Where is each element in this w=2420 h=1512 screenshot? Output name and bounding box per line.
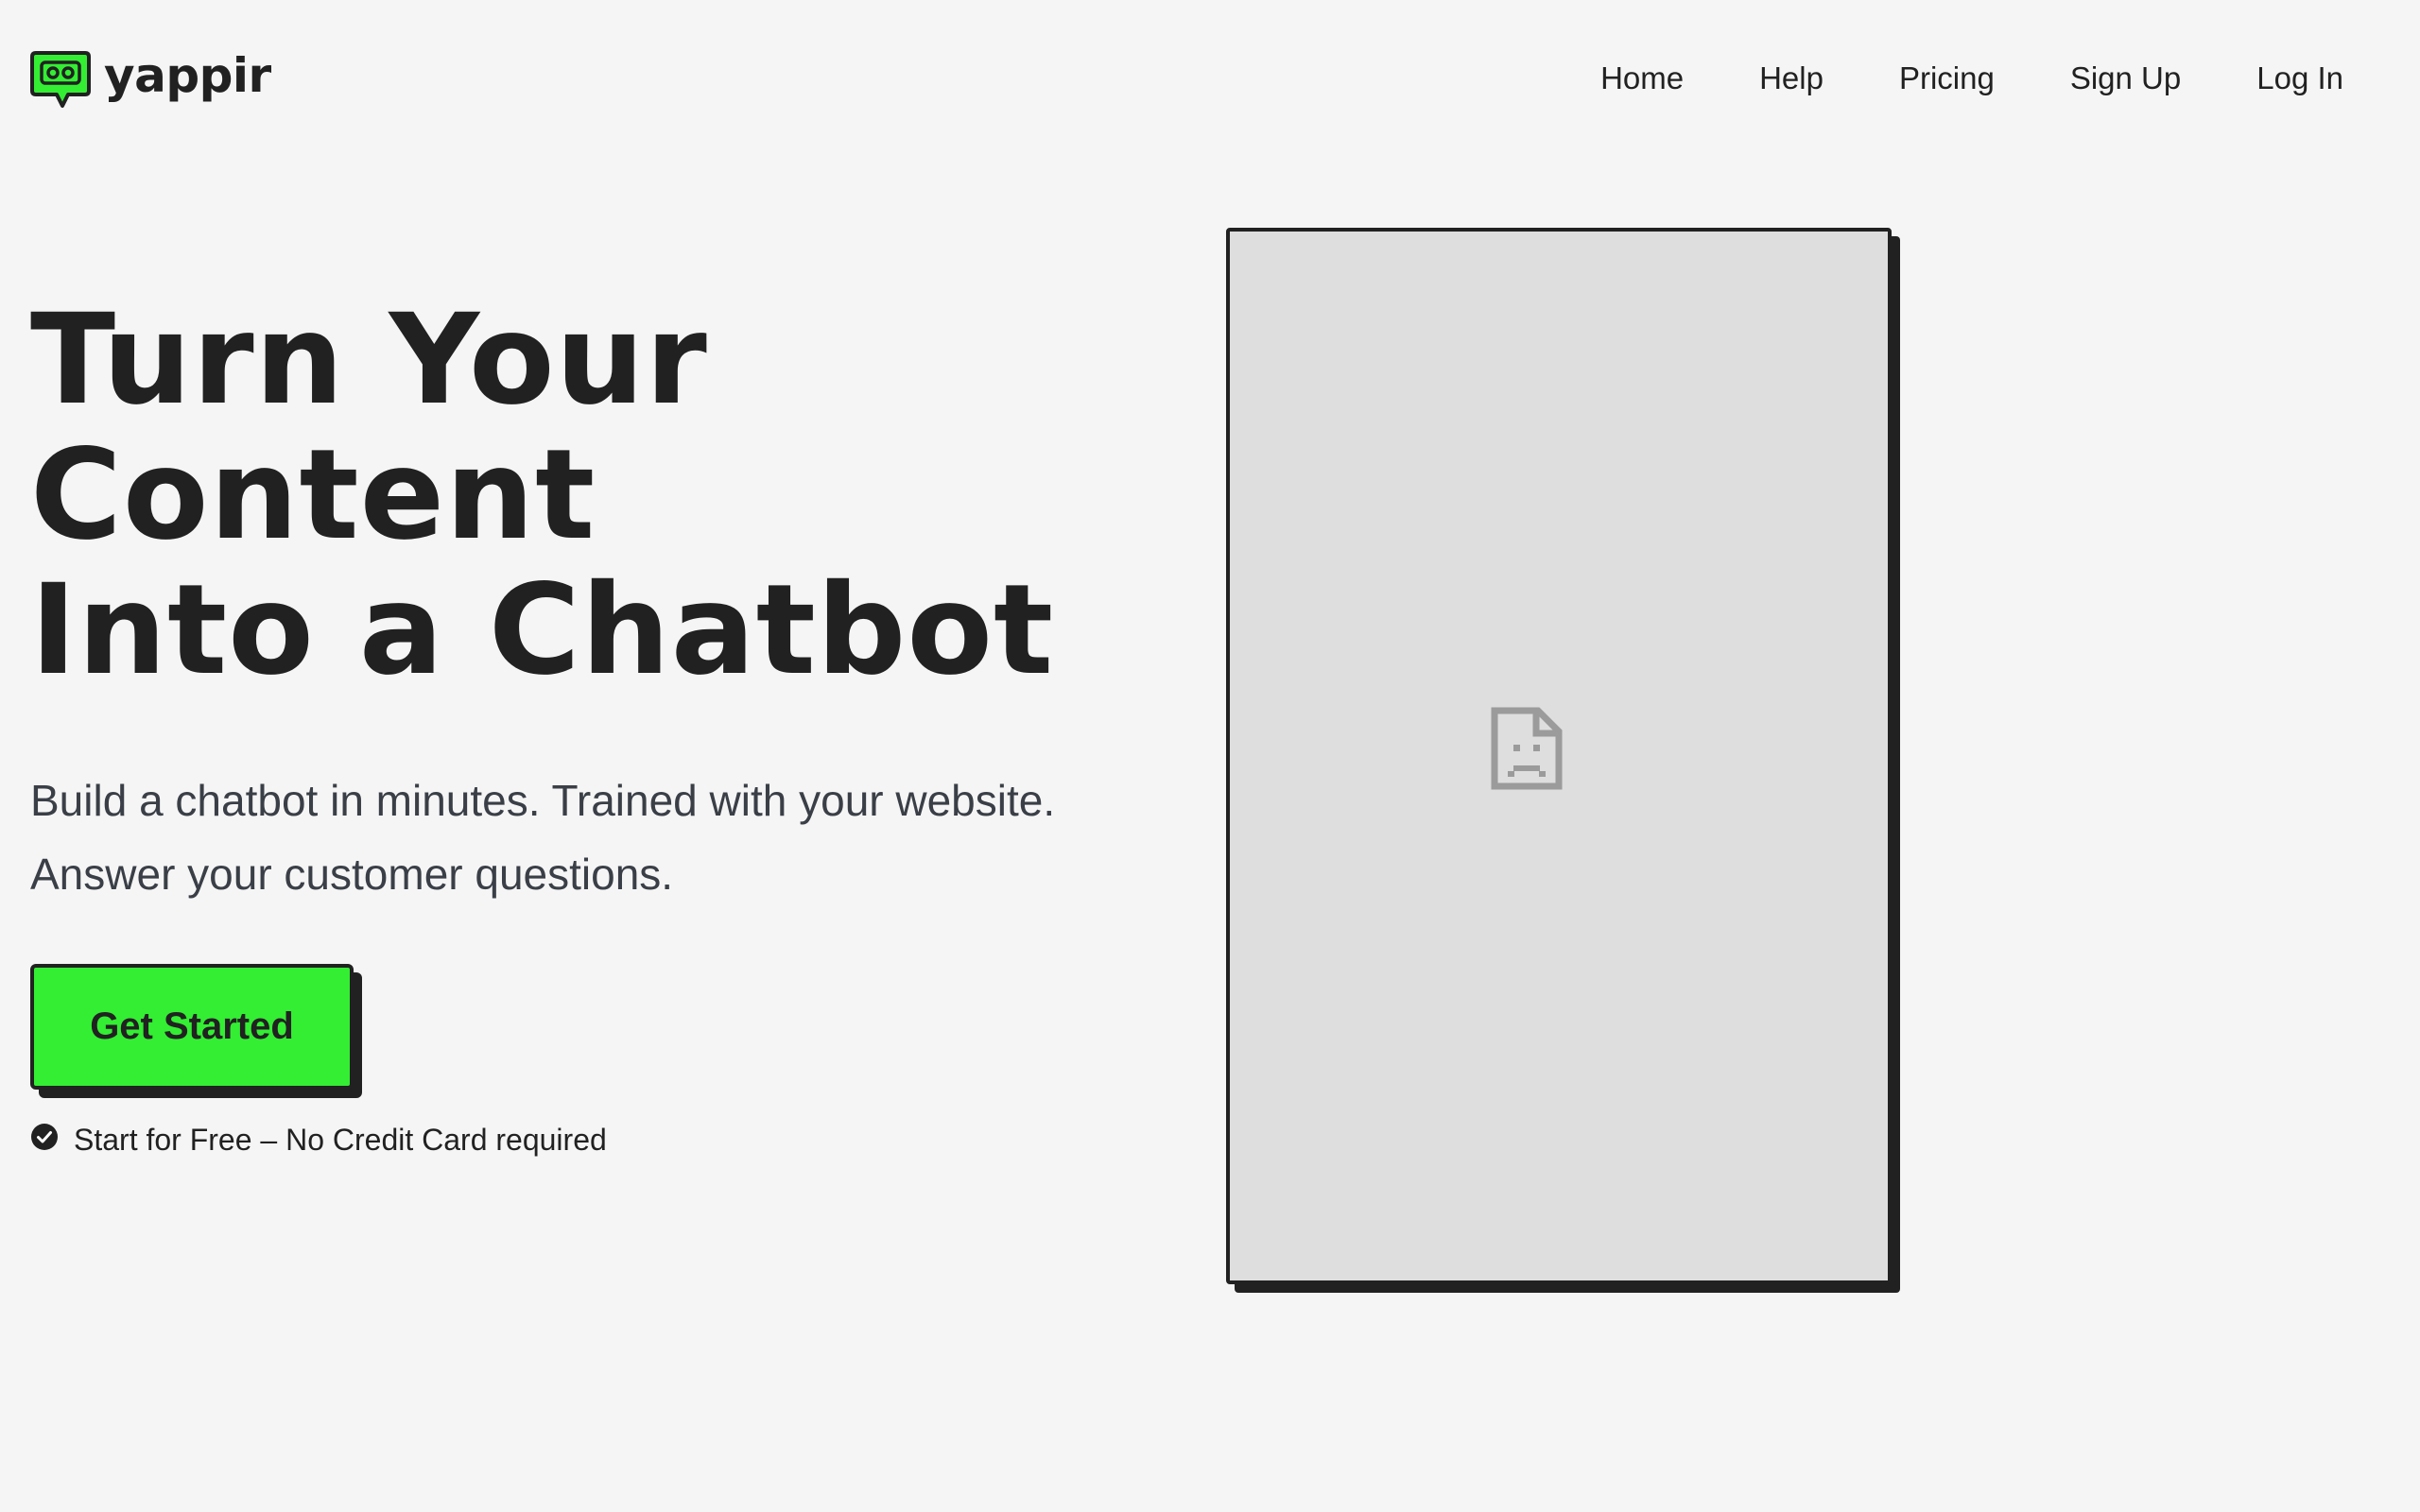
nav-link-pricing[interactable]: Pricing xyxy=(1899,62,1995,94)
nav-link-help[interactable]: Help xyxy=(1759,62,1824,94)
broken-image-icon xyxy=(1491,707,1563,790)
main-nav: Home Help Pricing Sign Up Log In xyxy=(1600,62,2343,94)
check-circle-icon xyxy=(31,1123,58,1150)
landing-page: yappir Home Help Pricing Sign Up Log In … xyxy=(0,0,2420,1512)
get-started-button[interactable]: Get Started xyxy=(30,964,354,1090)
hero-title-line: Turn Your xyxy=(30,287,708,433)
hero-title-line: Into a Chatbot xyxy=(30,558,1055,703)
nav-link-home[interactable]: Home xyxy=(1600,62,1684,94)
nav-link-sign-up[interactable]: Sign Up xyxy=(2070,62,2181,94)
brand-name: yappir xyxy=(104,48,271,103)
hero-title: Turn Your Content Into a Chatbot xyxy=(30,293,1117,698)
free-start-note: Start for Free – No Credit Card required xyxy=(30,1123,607,1158)
hero-subtitle-line: Answer your customer questions. xyxy=(30,850,674,899)
nav-link-log-in[interactable]: Log In xyxy=(2256,62,2343,94)
chat-bubble-robot-icon xyxy=(30,51,91,108)
hero-title-line: Content xyxy=(30,422,596,568)
brand-home-link[interactable]: yappir xyxy=(30,49,271,112)
free-start-note-text: Start for Free – No Credit Card required xyxy=(74,1123,607,1157)
hero-media-frame xyxy=(1226,228,1892,1284)
hero-subtitle-line: Build a chatbot in minutes. Trained with… xyxy=(30,776,1056,825)
hero-subtitle: Build a chatbot in minutes. Trained with… xyxy=(30,764,1165,911)
